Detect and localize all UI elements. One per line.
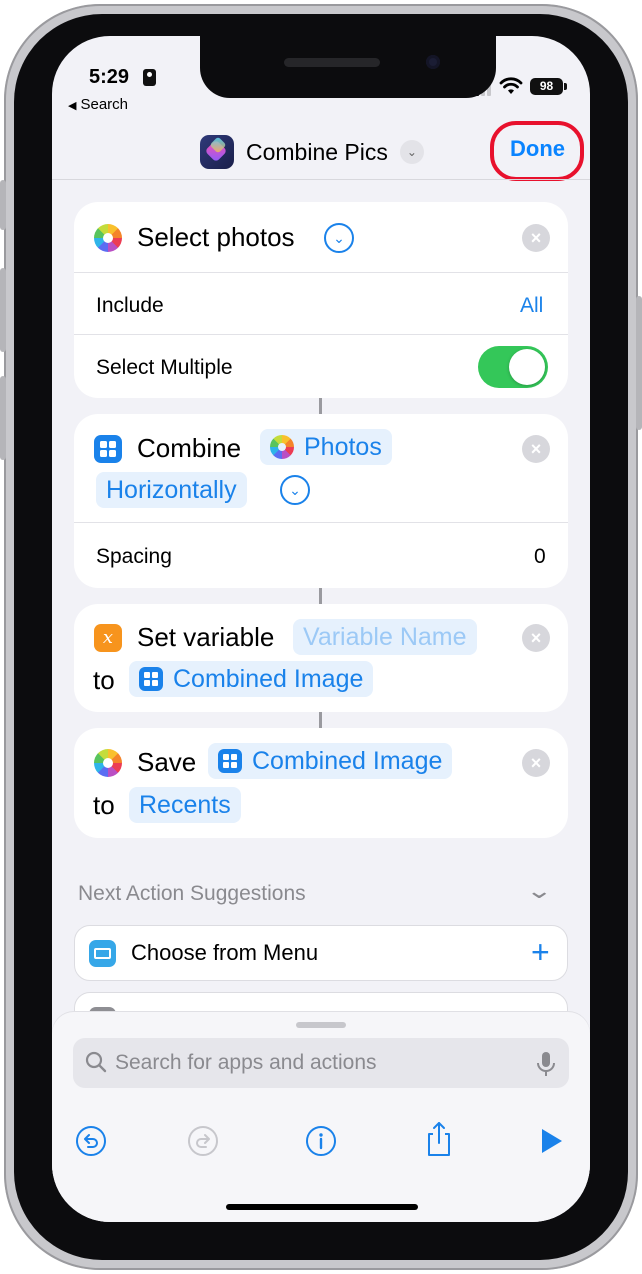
remove-action-icon[interactable]: ×	[522, 624, 550, 652]
search-input[interactable]	[115, 1051, 515, 1075]
phone-side-button	[0, 376, 6, 460]
add-action-icon[interactable]: +	[531, 934, 550, 971]
home-indicator	[226, 1204, 418, 1210]
photos-app-icon	[94, 749, 122, 777]
remove-action-icon[interactable]: ×	[522, 435, 550, 463]
remove-action-icon[interactable]: ×	[522, 749, 550, 777]
actions-bottom-sheet	[52, 1012, 590, 1222]
chevron-down-icon[interactable]: ⌄	[525, 878, 553, 904]
row-divider	[74, 334, 568, 335]
album-parameter[interactable]: Recents	[129, 787, 241, 823]
flow-connector	[319, 588, 322, 604]
editor-toolbar	[52, 1122, 590, 1164]
nav-divider	[52, 179, 590, 180]
select-multiple-toggle[interactable]	[478, 346, 548, 388]
action-title: Select photos	[137, 222, 295, 252]
redo-icon[interactable]	[186, 1124, 220, 1158]
include-label: Include	[96, 294, 164, 317]
notch	[200, 36, 496, 98]
spacing-value[interactable]: 0	[534, 545, 546, 569]
images-parameter-label: Photos	[304, 433, 382, 461]
action-card-save: Save Combined Image to Recents ×	[74, 728, 568, 838]
remove-action-icon[interactable]: ×	[522, 224, 550, 252]
microphone-icon[interactable]	[535, 1050, 557, 1078]
action-card-select-photos: Select photos ⌄ × Include All Select Mul…	[74, 202, 568, 398]
album-parameter-label: Recents	[139, 791, 231, 819]
shortcuts-app-icon	[200, 135, 234, 169]
save-item-parameter[interactable]: Combined Image	[208, 743, 453, 779]
spacing-label: Spacing	[96, 545, 172, 568]
combine-images-icon	[139, 667, 163, 691]
id-card-icon	[143, 69, 156, 86]
suggestion-label: Choose from Menu	[131, 940, 319, 965]
phone-side-button	[636, 296, 642, 430]
variable-value-label: Combined Image	[173, 665, 364, 693]
photos-app-icon	[94, 224, 122, 252]
back-triangle-icon: ◀	[68, 100, 77, 112]
front-camera	[426, 55, 440, 69]
flow-connector	[319, 712, 322, 728]
status-time: 5:29	[89, 66, 130, 88]
to-label: to	[93, 665, 115, 695]
chevron-down-icon: ⌄	[399, 140, 424, 164]
combine-images-icon	[94, 435, 122, 463]
share-icon[interactable]	[422, 1120, 456, 1158]
save-item-label: Combined Image	[252, 747, 443, 775]
back-label: Search	[80, 96, 128, 113]
action-card-combine: Combine Photos Horizontally ⌄ × Spacing …	[74, 414, 568, 588]
variable-name-placeholder: Variable Name	[303, 623, 467, 651]
action-card-set-variable: x Set variable Variable Name to Combined…	[74, 604, 568, 712]
expand-chevron-icon[interactable]: ⌄	[280, 475, 310, 505]
wifi-icon	[499, 77, 523, 94]
variable-name-field[interactable]: Variable Name	[293, 619, 477, 655]
search-field[interactable]	[73, 1038, 569, 1088]
suggestions-heading: Next Action Suggestions	[78, 882, 306, 905]
play-icon[interactable]	[534, 1124, 568, 1158]
row-divider	[74, 522, 568, 523]
include-value[interactable]: All	[520, 294, 543, 318]
shortcut-title-menu[interactable]: Combine Pics ⌄	[200, 134, 424, 170]
variable-icon: x	[94, 624, 122, 652]
undo-icon[interactable]	[74, 1124, 108, 1158]
info-icon[interactable]	[304, 1124, 338, 1158]
screen: 5:29 ◀ Search 98 Combine Pics ⌄ Done Sele…	[52, 36, 590, 1222]
action-title: Combine	[137, 433, 242, 463]
battery-tip	[564, 83, 567, 90]
flow-connector	[319, 398, 322, 414]
highlight-ring	[490, 121, 584, 181]
search-icon	[85, 1051, 107, 1073]
toggle-knob	[509, 349, 545, 385]
suggestion-choose-from-menu[interactable]: Choose from Menu +	[74, 925, 568, 981]
phone-side-button	[0, 268, 6, 352]
battery-indicator: 98	[530, 78, 563, 95]
mode-parameter-label: Horizontally	[106, 476, 237, 504]
speaker-grille	[284, 58, 380, 67]
action-title: Set variable	[137, 622, 275, 652]
mode-parameter[interactable]: Horizontally	[96, 472, 247, 508]
back-to-search-link[interactable]: ◀ Search	[68, 96, 128, 113]
to-label: to	[93, 790, 115, 820]
action-title: Save	[137, 747, 197, 777]
menu-icon	[89, 940, 116, 967]
row-divider	[74, 272, 568, 273]
variable-value-parameter[interactable]: Combined Image	[129, 661, 374, 697]
photos-app-icon	[270, 435, 294, 459]
images-parameter[interactable]: Photos	[260, 429, 392, 465]
sheet-grabber[interactable]	[296, 1022, 346, 1028]
shortcut-title: Combine Pics	[246, 138, 388, 165]
combine-images-icon	[218, 749, 242, 773]
expand-chevron-icon[interactable]: ⌄	[324, 223, 354, 253]
phone-side-button	[0, 180, 6, 230]
select-multiple-label: Select Multiple	[96, 356, 233, 379]
